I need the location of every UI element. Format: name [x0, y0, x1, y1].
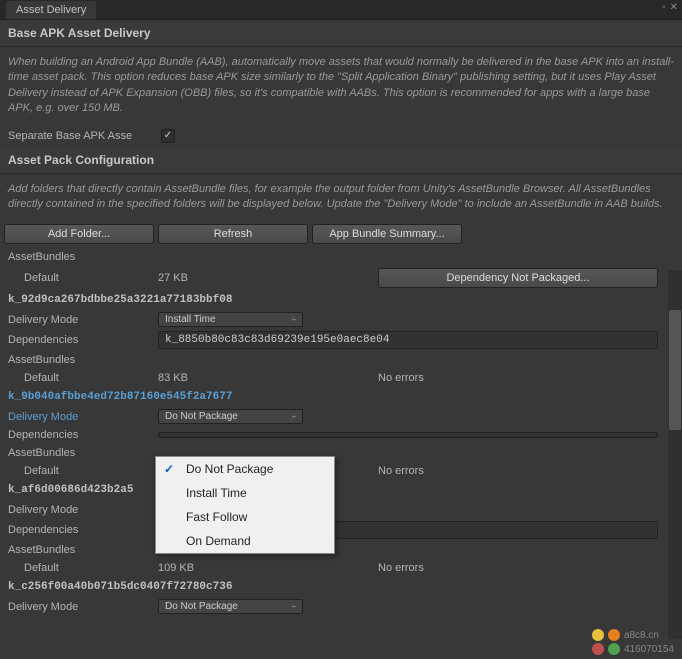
menu-item-do-not-package[interactable]: Do Not Package [156, 457, 334, 481]
pack-id: k_c256f00a40b071b5dc0407f72780c736 [4, 577, 678, 597]
footer-badges: a8c8.cn 416070154 [592, 629, 674, 655]
size-value: 109 KB [158, 562, 378, 574]
badge-icon [608, 629, 620, 641]
badge-icon [592, 629, 604, 641]
delivery-mode-dropdown[interactable]: Do Not Package÷ [158, 599, 303, 614]
window-lock-icon[interactable]: ▫ [662, 2, 666, 13]
toolbar-buttons: Add Folder... Refresh App Bundle Summary… [0, 220, 682, 248]
menu-item-install-time[interactable]: Install Time [156, 481, 334, 505]
default-label: Default [8, 372, 158, 384]
badge-icon [592, 643, 604, 655]
pack-id: k_af6d00686d423b2a5 [4, 480, 678, 500]
vertical-scrollbar[interactable] [668, 270, 682, 639]
chevron-down-icon: ÷ [292, 602, 296, 611]
badge-icon [608, 643, 620, 655]
delivery-mode-menu: Do Not Package Install Time Fast Follow … [155, 456, 335, 554]
dependencies-value [158, 432, 658, 438]
delivery-mode-dropdown[interactable]: Install Time÷ [158, 312, 303, 327]
pack-id: k_9b040afbbe4ed72b87160e545f2a7677 [4, 387, 678, 407]
asset-pack-list: AssetBundles Default 27 KB Dependency No… [0, 248, 682, 616]
footer-link[interactable]: 416070154 [624, 644, 674, 655]
menu-item-on-demand[interactable]: On Demand [156, 529, 334, 553]
chevron-down-icon: ÷ [292, 412, 296, 421]
size-value: 83 KB [158, 372, 378, 384]
dependency-not-packaged-button[interactable]: Dependency Not Packaged... [378, 268, 658, 288]
dependencies-label: Dependencies [8, 334, 158, 346]
separate-base-apk-row: Separate Base APK Asse ✓ [0, 125, 682, 147]
titlebar: Asset Delivery ▫ ✕ [0, 0, 682, 20]
assetbundles-label: AssetBundles [8, 354, 158, 366]
chevron-down-icon: ÷ [292, 315, 296, 324]
dependencies-label: Dependencies [8, 524, 158, 536]
separate-base-apk-label: Separate Base APK Asse [8, 130, 153, 142]
delivery-mode-label: Delivery Mode [8, 314, 158, 326]
footer-link[interactable]: a8c8.cn [624, 630, 659, 641]
window-title-tab[interactable]: Asset Delivery [6, 1, 96, 19]
section-pack-config-header: Asset Pack Configuration [0, 147, 682, 174]
errors-value: No errors [378, 562, 424, 574]
delivery-mode-label: Delivery Mode [8, 601, 158, 613]
default-label: Default [8, 272, 158, 284]
app-bundle-summary-button[interactable]: App Bundle Summary... [312, 224, 462, 244]
scrollbar-thumb[interactable] [669, 310, 681, 430]
delivery-mode-label: Delivery Mode [8, 411, 158, 423]
size-value: 27 KB [158, 272, 378, 284]
delivery-mode-label: Delivery Mode [8, 504, 158, 516]
section-base-apk-header: Base APK Asset Delivery [0, 20, 682, 47]
base-apk-help-text: When building an Android App Bundle (AAB… [0, 47, 682, 125]
default-label: Default [8, 465, 158, 477]
add-folder-button[interactable]: Add Folder... [4, 224, 154, 244]
dependencies-value: k_8850b80c83c83d69239e195e0aec8e04 [158, 331, 658, 349]
assetbundles-label: AssetBundles [8, 447, 158, 459]
errors-value: No errors [378, 465, 424, 477]
close-icon[interactable]: ✕ [670, 2, 678, 13]
default-label: Default [8, 562, 158, 574]
delivery-mode-dropdown[interactable]: Do Not Package÷ [158, 409, 303, 424]
errors-value: No errors [378, 372, 424, 384]
separate-base-apk-checkbox[interactable]: ✓ [161, 129, 175, 143]
refresh-button[interactable]: Refresh [158, 224, 308, 244]
pack-config-help-text: Add folders that directly contain AssetB… [0, 174, 682, 221]
dependencies-label: Dependencies [8, 429, 158, 441]
window-controls: ▫ ✕ [662, 2, 678, 13]
assetbundles-label: AssetBundles [8, 251, 158, 263]
menu-item-fast-follow[interactable]: Fast Follow [156, 505, 334, 529]
assetbundles-label: AssetBundles [8, 544, 158, 556]
pack-id: k_92d9ca267bdbbe25a3221a77183bbf08 [4, 290, 678, 310]
